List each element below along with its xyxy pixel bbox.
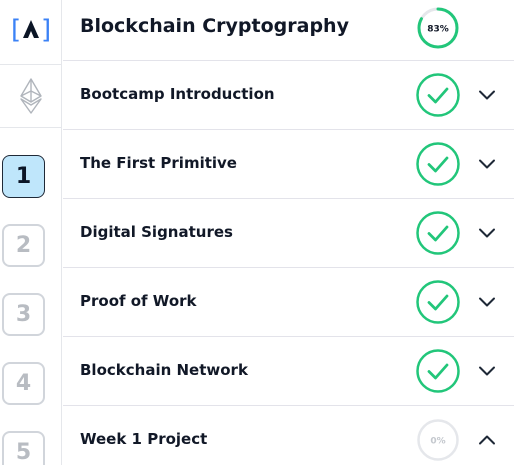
week-button-5[interactable]: 5	[2, 431, 45, 465]
module-title: Week 1 Project	[80, 430, 208, 448]
course-panel: Blockchain Cryptography 83% Bootcamp Int…	[63, 0, 514, 465]
module-row[interactable]: Week 1 Project 0%	[63, 405, 514, 465]
module-row[interactable]: Proof of Work	[63, 267, 514, 336]
brand-logo[interactable]: [ ]	[0, 0, 62, 58]
chevron-down-icon[interactable]	[477, 154, 497, 174]
module-title: Blockchain Network	[80, 361, 248, 379]
check-circle-icon	[416, 349, 460, 393]
chevron-down-icon[interactable]	[477, 361, 497, 381]
svg-text:]: ]	[41, 15, 51, 44]
module-progress-ring: 0%	[417, 419, 459, 461]
check-circle-icon	[416, 73, 460, 117]
course-progress-ring: 83%	[417, 7, 459, 49]
svg-text:[: [	[11, 15, 21, 44]
module-row[interactable]: Bootcamp Introduction	[63, 60, 514, 129]
module-title: The First Primitive	[80, 154, 237, 172]
module-row[interactable]: Digital Signatures	[63, 198, 514, 267]
ethereum-link[interactable]	[0, 64, 62, 128]
module-row[interactable]: Blockchain Network	[63, 336, 514, 405]
week-button-2[interactable]: 2	[2, 224, 45, 267]
week-button-1[interactable]: 1	[2, 155, 45, 198]
chevron-down-icon[interactable]	[477, 223, 497, 243]
brand-logo-icon: [ ]	[11, 15, 51, 44]
module-row[interactable]: The First Primitive	[63, 129, 514, 198]
chevron-down-icon[interactable]	[477, 85, 497, 105]
check-circle-icon	[416, 211, 460, 255]
ethereum-icon	[20, 78, 42, 114]
course-title: Blockchain Cryptography	[80, 15, 349, 37]
course-header: Blockchain Cryptography 83%	[63, 0, 514, 58]
check-circle-icon	[416, 142, 460, 186]
module-progress-text: 0%	[430, 437, 445, 447]
chevron-down-icon[interactable]	[477, 292, 497, 312]
course-progress-text: 83%	[427, 25, 449, 35]
module-title: Digital Signatures	[80, 223, 233, 241]
week-sidebar: [ ] 1 2 3 4 5	[0, 0, 62, 465]
module-title: Bootcamp Introduction	[80, 85, 275, 103]
week-button-4[interactable]: 4	[2, 362, 45, 405]
chevron-up-icon[interactable]	[477, 430, 497, 450]
check-circle-icon	[416, 280, 460, 324]
week-button-3[interactable]: 3	[2, 293, 45, 336]
module-title: Proof of Work	[80, 292, 197, 310]
